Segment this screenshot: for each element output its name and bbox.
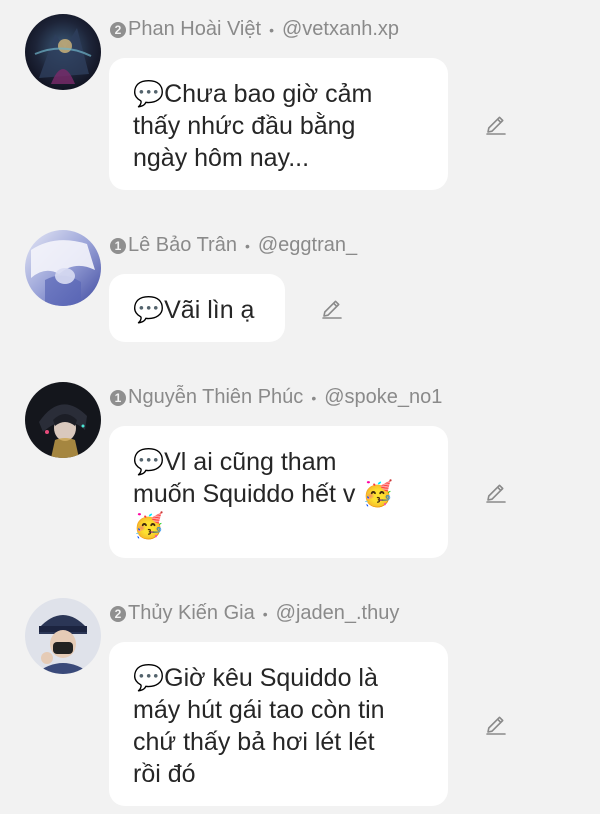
- author-handle[interactable]: @eggtran_: [258, 234, 357, 257]
- dark-anime-avatar-image: [25, 382, 101, 458]
- separator-dot: •: [244, 237, 250, 254]
- edit-button[interactable]: [482, 710, 510, 738]
- comment-item: 2 Phan Hoài Việt • @vetxanh.xp 💬Chưa bao…: [0, 14, 600, 194]
- avatar[interactable]: [25, 382, 101, 458]
- author-handle[interactable]: @vetxanh.xp: [282, 18, 399, 41]
- author-name[interactable]: Thủy Kiến Gia: [128, 602, 255, 625]
- edit-button[interactable]: [482, 110, 510, 138]
- rank-badge: 1: [110, 237, 126, 254]
- avatar[interactable]: [25, 230, 101, 306]
- pencil-icon: [486, 116, 506, 135]
- avatar[interactable]: [25, 14, 101, 90]
- author-name[interactable]: Lê Bảo Trân: [128, 234, 237, 257]
- pencil-icon: [322, 300, 342, 319]
- comment-bubble: 💬Vãi lìn ạ: [109, 274, 285, 342]
- comment-text: 💬Vl ai cũng tham muốn Squiddo hết v 🥳 🥳: [133, 448, 394, 540]
- separator-dot: •: [262, 605, 268, 622]
- rank-badge: 2: [110, 605, 126, 622]
- rank-badge: 1: [110, 389, 126, 406]
- avatar[interactable]: [25, 598, 101, 674]
- comment-text: 💬Chưa bao giờ cảm thấy nhức đầu bằng ngà…: [133, 80, 373, 172]
- dark-fantasy-avatar-image: [25, 14, 101, 90]
- author-handle[interactable]: @spoke_no1: [324, 386, 442, 409]
- comment-item: 1 Nguyễn Thiên Phúc • @spoke_no1 💬Vl ai …: [0, 382, 600, 562]
- comment-bubble: 💬Giờ kêu Squiddo là máy hút gái tao còn …: [109, 642, 448, 806]
- pencil-icon: [486, 484, 506, 503]
- author-name[interactable]: Nguyễn Thiên Phúc: [128, 386, 303, 409]
- author-name[interactable]: Phan Hoài Việt: [128, 18, 261, 41]
- comment-header: 2 Phan Hoài Việt • @vetxanh.xp: [110, 18, 399, 41]
- masked-person-avatar-image: [25, 598, 101, 674]
- separator-dot: •: [311, 389, 317, 406]
- comment-bubble: 💬Vl ai cũng tham muốn Squiddo hết v 🥳 🥳: [109, 426, 448, 558]
- comment-feed: 2 Phan Hoài Việt • @vetxanh.xp 💬Chưa bao…: [0, 0, 600, 814]
- comment-header: 1 Lê Bảo Trân • @eggtran_: [110, 234, 357, 257]
- separator-dot: •: [269, 21, 274, 38]
- comment-item: 2 Thủy Kiến Gia • @jaden_.thuy 💬Giờ kêu …: [0, 598, 600, 810]
- rank-badge: 2: [110, 21, 126, 38]
- comment-item: 1 Lê Bảo Trân • @eggtran_ 💬Vãi lìn ạ: [0, 230, 600, 346]
- edit-button[interactable]: [318, 294, 346, 322]
- white-hair-anime-avatar-image: [25, 230, 101, 306]
- comment-text: 💬Giờ kêu Squiddo là máy hút gái tao còn …: [133, 664, 385, 788]
- comment-header: 1 Nguyễn Thiên Phúc • @spoke_no1: [110, 386, 442, 409]
- comment-text: 💬Vãi lìn ạ: [133, 296, 255, 324]
- author-handle[interactable]: @jaden_.thuy: [276, 602, 400, 625]
- comment-bubble: 💬Chưa bao giờ cảm thấy nhức đầu bằng ngà…: [109, 58, 448, 190]
- pencil-icon: [486, 716, 506, 735]
- comment-header: 2 Thủy Kiến Gia • @jaden_.thuy: [110, 602, 399, 625]
- edit-button[interactable]: [482, 478, 510, 506]
